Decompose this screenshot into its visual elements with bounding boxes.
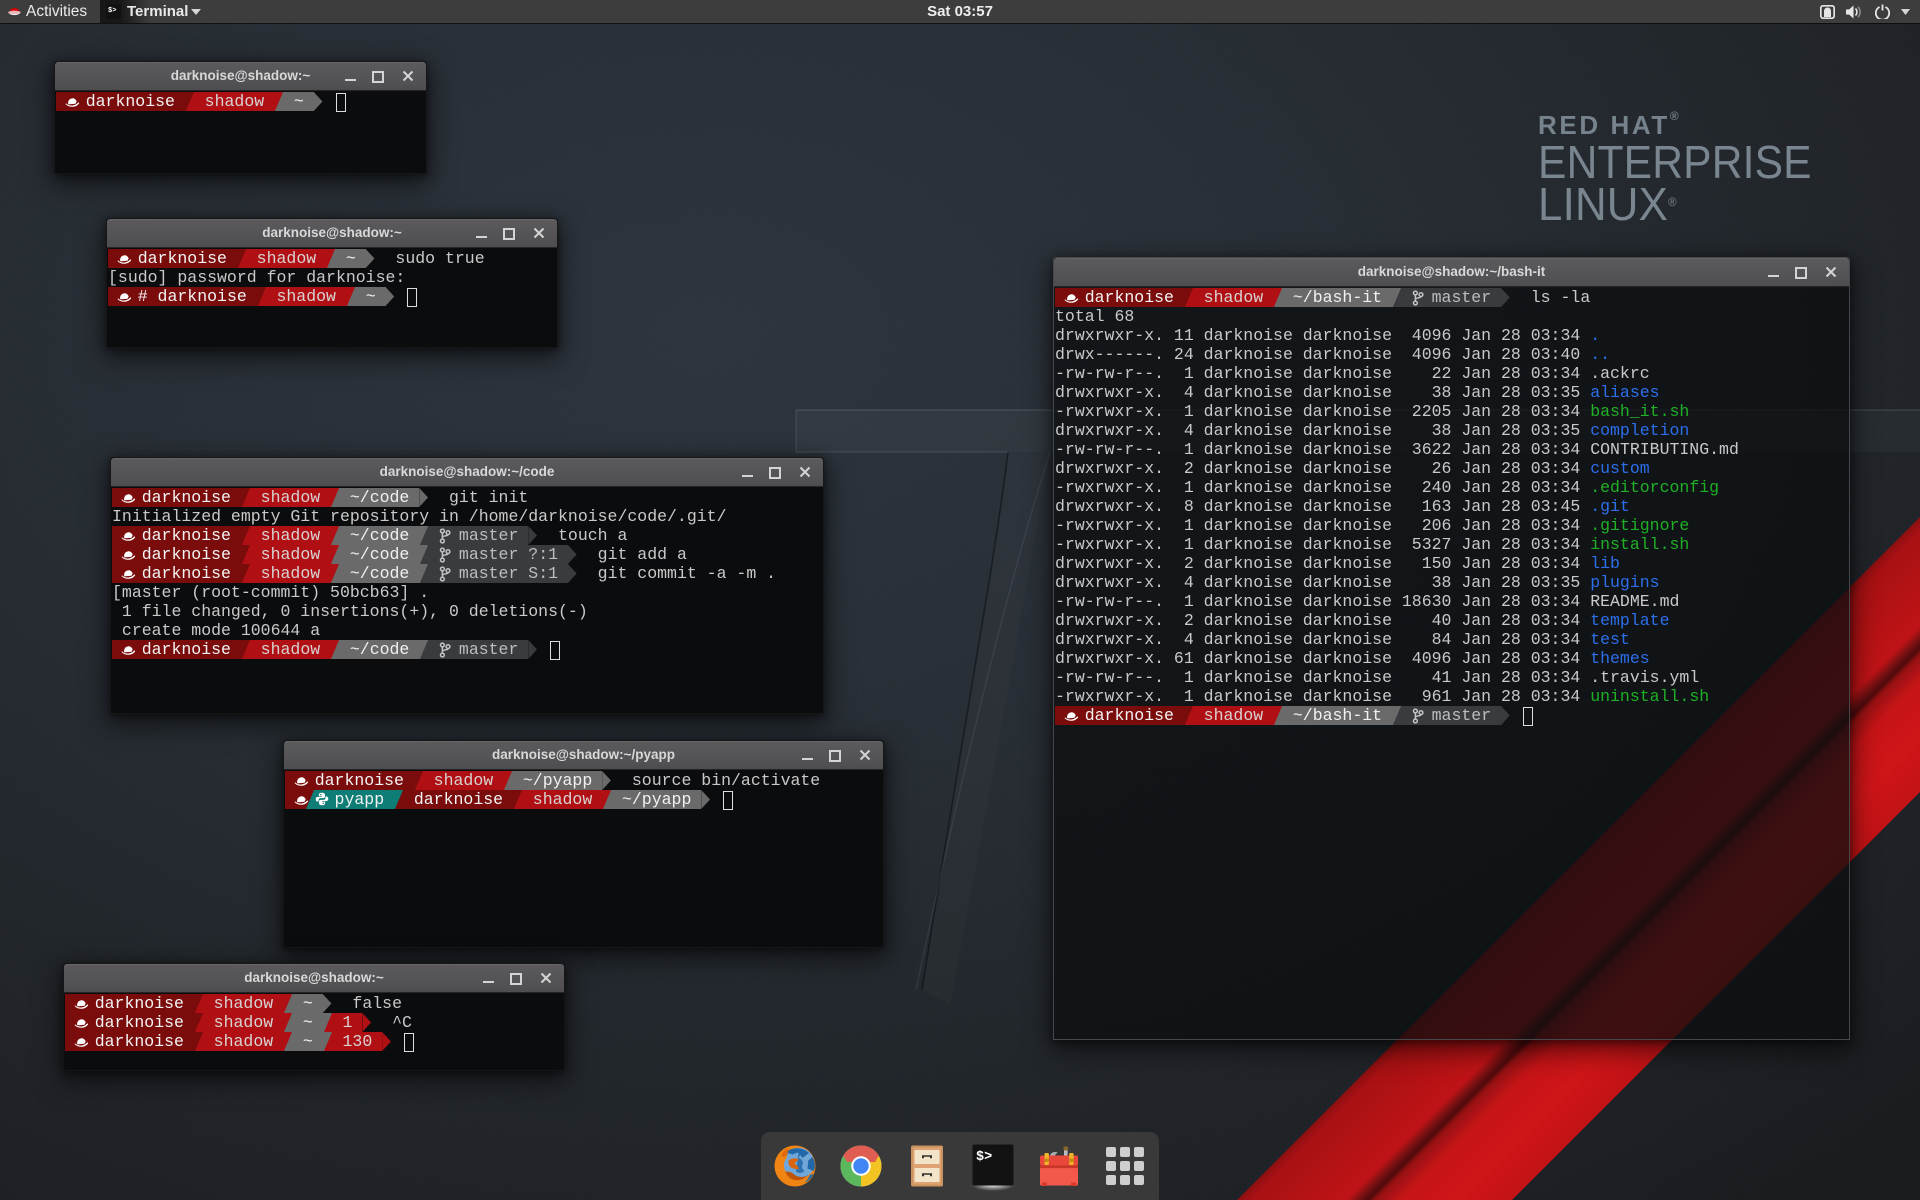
svg-text:$>: $> [976, 1150, 992, 1165]
